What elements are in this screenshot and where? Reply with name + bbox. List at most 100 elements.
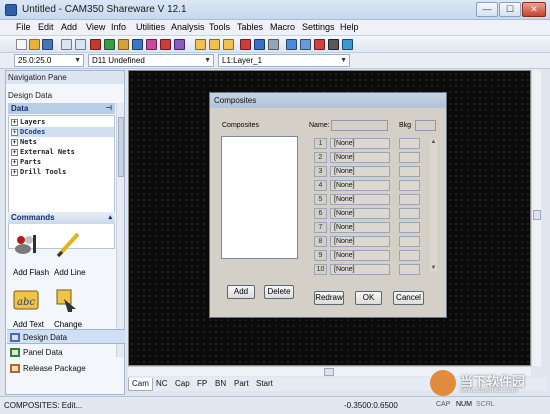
redraw-button[interactable]: Redraw	[314, 291, 344, 305]
new-file-icon[interactable]	[16, 39, 27, 50]
tab-cap[interactable]: Cap	[172, 378, 193, 390]
menu-tools[interactable]: Tools	[209, 22, 230, 32]
add-button[interactable]: Add	[227, 285, 255, 299]
close-button[interactable]: ✕	[522, 2, 546, 17]
zoom-out-icon[interactable]	[132, 39, 143, 50]
nav-button-design-data[interactable]: Design Data	[7, 329, 125, 344]
layer-row[interactable]: 2 [None]	[314, 152, 390, 163]
expand-icon[interactable]: +	[11, 138, 18, 146]
nav-button-panel-data[interactable]: Panel Data	[7, 345, 125, 360]
select-icon[interactable]	[300, 39, 311, 50]
minimize-button[interactable]: —	[476, 2, 498, 17]
ok-button[interactable]: OK	[355, 291, 382, 305]
layers-icon[interactable]	[174, 39, 185, 50]
menu-help[interactable]: Help	[340, 22, 359, 32]
expand-icon[interactable]: +	[11, 158, 18, 166]
tab-cam[interactable]: Cam	[128, 378, 153, 391]
layer-name[interactable]: [None]	[330, 166, 390, 177]
bkg-swatch[interactable]	[399, 208, 420, 219]
layer-row[interactable]: 9 [None]	[314, 250, 390, 261]
undo-icon[interactable]	[61, 39, 72, 50]
layer-name[interactable]: [None]	[330, 208, 390, 219]
layer-row[interactable]: 1 [None]	[314, 138, 390, 149]
bkg-swatch[interactable]	[399, 236, 420, 247]
layer-combo[interactable]: L1:Layer_1 ▼	[218, 54, 350, 67]
grid-combo[interactable]: 25.0:25.0 ▼	[14, 54, 84, 67]
tree-item-drill-tools[interactable]: + Drill Tools	[11, 167, 114, 177]
layer-name[interactable]: [None]	[330, 250, 390, 261]
layer-row[interactable]: 4 [None]	[314, 180, 390, 191]
layer-row[interactable]: 8 [None]	[314, 236, 390, 247]
menu-edit[interactable]: Edit	[38, 22, 54, 32]
pan-icon[interactable]	[286, 39, 297, 50]
layer-name[interactable]: [None]	[330, 264, 390, 275]
bkg-swatch[interactable]	[399, 180, 420, 191]
menu-macro[interactable]: Macro	[270, 22, 295, 32]
menu-add[interactable]: Add	[61, 22, 77, 32]
layer-row[interactable]: 6 [None]	[314, 208, 390, 219]
bkg-swatch[interactable]	[399, 152, 420, 163]
menu-info[interactable]: Info	[111, 22, 126, 32]
name-field[interactable]	[331, 120, 388, 131]
tab-bn[interactable]: BN	[212, 378, 229, 390]
nav-button-release-package[interactable]: Release Package	[7, 361, 125, 376]
redraw-icon[interactable]	[160, 39, 171, 50]
menu-utilities[interactable]: Utilities	[136, 22, 165, 32]
bkg-field[interactable]	[415, 120, 436, 131]
tab-part[interactable]: Part	[231, 378, 252, 390]
move-icon[interactable]	[104, 39, 115, 50]
canvas-horizontal-thumb[interactable]	[324, 368, 334, 376]
layer-row[interactable]: 7 [None]	[314, 222, 390, 233]
tab-nc[interactable]: NC	[153, 378, 171, 390]
scroll-up-icon[interactable]: ▲	[430, 139, 437, 145]
zoom-in-icon[interactable]	[118, 39, 129, 50]
commands-header[interactable]: Commands ▴	[8, 212, 115, 224]
tree-item-layers[interactable]: + Layers	[11, 117, 114, 127]
snap-line-icon[interactable]	[223, 39, 234, 50]
composites-list[interactable]	[221, 136, 298, 259]
layer-row[interactable]: 5 [None]	[314, 194, 390, 205]
bkg-swatch[interactable]	[399, 222, 420, 233]
expand-icon[interactable]: +	[11, 148, 18, 156]
layer-name[interactable]: [None]	[330, 236, 390, 247]
bkg-swatch[interactable]	[399, 250, 420, 261]
snap-grid-icon[interactable]	[195, 39, 206, 50]
delete-icon[interactable]	[90, 39, 101, 50]
cancel-button[interactable]: Cancel	[393, 291, 424, 305]
open-folder-icon[interactable]	[29, 39, 40, 50]
layer-row[interactable]: 10 [None]	[314, 264, 390, 275]
outline-icon[interactable]	[268, 39, 279, 50]
snap-pad-icon[interactable]	[209, 39, 220, 50]
menu-tables[interactable]: Tables	[237, 22, 263, 32]
maximize-button[interactable]: ☐	[499, 2, 521, 17]
change-icon[interactable]	[54, 287, 82, 313]
tab-fp[interactable]: FP	[194, 378, 210, 390]
tree-item-parts[interactable]: + Parts	[11, 157, 114, 167]
layer-name[interactable]: [None]	[330, 152, 390, 163]
nav-scroll-thumb[interactable]	[118, 117, 124, 177]
zoom-window-icon[interactable]	[146, 39, 157, 50]
layer-name[interactable]: [None]	[330, 138, 390, 149]
bkg-swatch[interactable]	[399, 138, 420, 149]
save-icon[interactable]	[42, 39, 53, 50]
bkg-swatch[interactable]	[399, 166, 420, 177]
pin-icon[interactable]: ⊣	[106, 103, 112, 114]
layer-scrollbar[interactable]: ▲ ▼	[430, 139, 437, 271]
canvas-vertical-scrollbar[interactable]	[531, 70, 541, 366]
tree-item-dcodes[interactable]: + DCodes	[11, 127, 114, 137]
query-icon[interactable]	[328, 39, 339, 50]
delete-button[interactable]: Delete	[264, 285, 294, 299]
collapse-icon[interactable]: ▴	[108, 212, 112, 224]
cancel-icon[interactable]	[314, 39, 325, 50]
scroll-down-icon[interactable]: ▼	[430, 265, 437, 271]
layer-name[interactable]: [None]	[330, 194, 390, 205]
expand-icon[interactable]: +	[11, 128, 18, 136]
color-icon[interactable]	[240, 39, 251, 50]
redo-icon[interactable]	[75, 39, 86, 50]
tree-item-external-nets[interactable]: + External Nets	[11, 147, 114, 157]
expand-icon[interactable]: +	[11, 168, 18, 176]
layer-name[interactable]: [None]	[330, 180, 390, 191]
menu-settings[interactable]: Settings	[302, 22, 335, 32]
canvas-vertical-thumb[interactable]	[533, 210, 541, 220]
dcode-combo[interactable]: D11 Undefined ▼	[88, 54, 214, 67]
